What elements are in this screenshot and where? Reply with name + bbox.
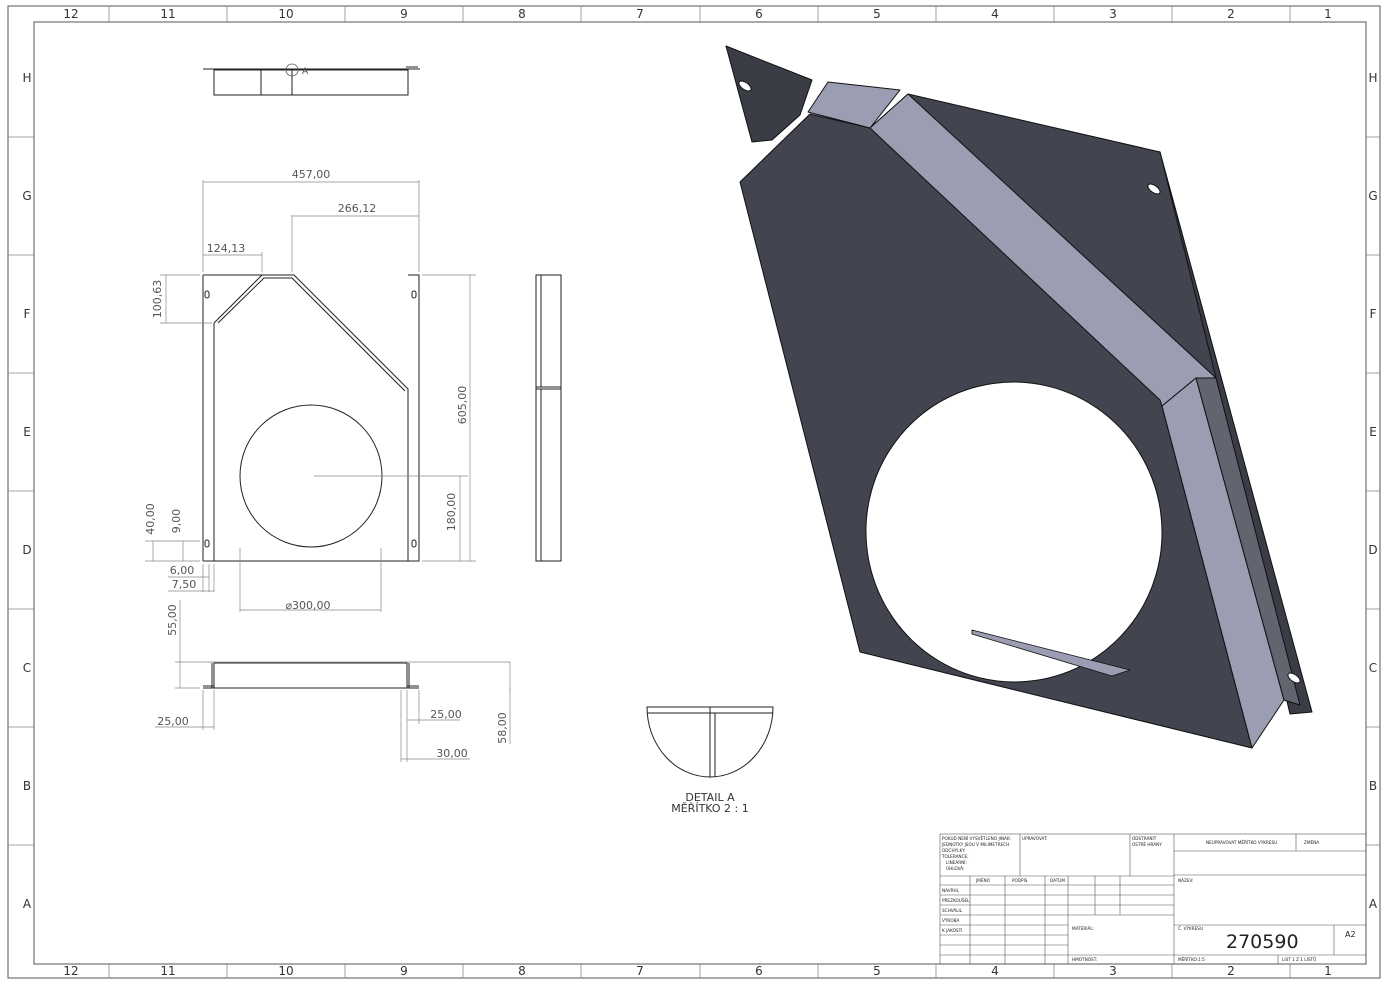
section-marker-label: A <box>302 67 309 77</box>
detail-scale: MĚŘÍTKO 2 : 1 <box>671 802 749 815</box>
zone-col-label: 1 <box>1324 964 1332 978</box>
zone-col-label: 9 <box>400 7 408 21</box>
zone-row-label: F <box>1370 307 1377 321</box>
tb-col-date: DATUM <box>1050 878 1065 883</box>
zone-row-label: C <box>1369 661 1377 675</box>
zone-row-label: E <box>1369 425 1377 439</box>
isometric-view <box>725 45 1313 749</box>
tb-deburr: ODSTRANIT <box>1132 836 1157 841</box>
tb-note: TOLERANCE: <box>941 854 969 859</box>
tb-row-label: K JAKOSTI <box>942 928 962 933</box>
bottom-view <box>203 662 419 689</box>
tb-sheet-size: A2 <box>1345 930 1356 939</box>
zone-col-label: 4 <box>991 964 999 978</box>
zone-col-label: 2 <box>1227 7 1235 21</box>
tb-deburr: OSTRÉ HRANY <box>1132 842 1162 847</box>
tb-scale-label: MĚŘÍTKO:1:5 <box>1178 957 1205 962</box>
dim-slot-height: 40,00 <box>144 503 157 535</box>
tb-note: ODCHYLKY: <box>942 848 966 853</box>
dim-width-right: 266,12 <box>338 202 377 215</box>
zone-row-label: B <box>23 779 31 793</box>
tb-drawing-number: 270590 <box>1226 931 1299 953</box>
dim-edge-b: 7,50 <box>172 578 197 591</box>
tb-weight-label: HMOTNOST: <box>1072 957 1097 962</box>
tb-row-label: PŘEZKOUŠEL <box>942 898 970 903</box>
zone-col-label: 7 <box>636 964 644 978</box>
tb-note: POKUD NENÍ VYSVĚTLENO JINAK: <box>942 836 1011 841</box>
zone-labels-top: 12 11 10 9 8 7 6 5 4 3 2 1 <box>63 7 1331 21</box>
title-block-text: POKUD NENÍ VYSVĚTLENO JINAK: JEDNOTKY JS… <box>941 836 1356 962</box>
dim-edge-a: 6,00 <box>170 564 195 577</box>
zone-col-label: 2 <box>1227 964 1235 978</box>
tb-row-label: VÝROBA <box>942 918 960 923</box>
tb-note: JEDNOTKY JSOU V MILIMETRECH <box>941 842 1009 847</box>
dim-flange-left: 25,00 <box>157 715 189 728</box>
front-view <box>202 274 420 562</box>
zone-col-label: 10 <box>278 7 293 21</box>
zone-col-label: 3 <box>1109 964 1117 978</box>
dim-hole-center-height: 180,00 <box>445 493 458 532</box>
zone-col-label: 7 <box>636 7 644 21</box>
tb-material-label: MATERIÁL: <box>1072 926 1094 931</box>
zone-col-label: 9 <box>400 964 408 978</box>
zone-col-label: 10 <box>278 964 293 978</box>
top-view <box>203 63 420 96</box>
zone-col-label: 12 <box>63 964 78 978</box>
zone-labels-bottom: 12 11 10 9 8 7 6 5 4 3 2 1 <box>63 964 1331 978</box>
zone-col-label: 1 <box>1324 7 1332 21</box>
zone-col-label: 5 <box>873 7 881 21</box>
zone-col-label: 5 <box>873 964 881 978</box>
zone-col-label: 4 <box>991 7 999 21</box>
zone-row-label: H <box>22 71 31 85</box>
zone-row-label: F <box>24 307 31 321</box>
zone-col-label: 8 <box>518 964 526 978</box>
tb-sheet-label: LIST 1 Z 1 LISTŮ <box>1282 957 1316 962</box>
dim-chamfer-height: 100,63 <box>151 280 164 319</box>
zone-row-label: E <box>23 425 31 439</box>
zone-col-label: 12 <box>63 7 78 21</box>
zone-col-label: 8 <box>518 7 526 21</box>
zone-row-label: A <box>23 897 32 911</box>
tb-finish-label: UPRAVOVAT: <box>1022 836 1048 841</box>
detail-a-view <box>646 706 774 778</box>
tb-note: LINEÁRNÍ: <box>946 860 967 865</box>
tb-scale-note: NEUPRAVOVAT MĚŘÍTKO VÝKRESU <box>1206 840 1277 845</box>
dim-bottom-height: 58,00 <box>496 712 509 744</box>
tb-row-label: SCHVÁLIL <box>942 908 963 913</box>
tb-title-label: NÁZEV: <box>1178 878 1193 883</box>
tb-revision: ZMĚNA <box>1304 840 1319 845</box>
zone-row-label: D <box>22 543 31 557</box>
bottom-dimension-lines <box>155 600 511 762</box>
dim-slot-offset: 9,00 <box>170 509 183 534</box>
zone-col-label: 3 <box>1109 7 1117 21</box>
zone-row-label: A <box>1369 897 1378 911</box>
zone-row-label: C <box>23 661 31 675</box>
zone-col-label: 6 <box>755 7 763 21</box>
tb-col-name: JMÉNO <box>975 878 991 883</box>
tb-col-sign: PODPIS <box>1012 878 1028 883</box>
zone-row-label: H <box>1368 71 1377 85</box>
dim-width-left: 124,13 <box>207 242 246 255</box>
dim-width-total: 457,00 <box>292 168 331 181</box>
dim-bottom-flange-height: 55,00 <box>166 604 179 636</box>
side-view <box>535 274 562 562</box>
dim-height-total: 605,00 <box>456 386 469 425</box>
tb-row-label: NAVRHL <box>942 888 960 893</box>
dim-flange-right-a: 25,00 <box>430 708 462 721</box>
zone-row-label: G <box>1368 189 1377 203</box>
dim-hole-diameter: ⌀300,00 <box>285 599 330 612</box>
zone-col-label: 6 <box>755 964 763 978</box>
zone-col-label: 11 <box>160 964 175 978</box>
drawing-sheet: 12 11 10 9 8 7 6 5 4 3 2 1 12 11 10 9 8 … <box>7 5 1381 979</box>
tb-drawing-no-label: Č. VÝKRESU <box>1178 926 1203 931</box>
zone-row-label: G <box>22 189 31 203</box>
title-block <box>939 833 1367 965</box>
zone-col-label: 11 <box>160 7 175 21</box>
tb-note: ÚHLOVÁ: <box>946 866 964 871</box>
zone-row-label: D <box>1368 543 1377 557</box>
dim-flange-right-b: 30,00 <box>436 747 468 760</box>
zone-row-label: B <box>1369 779 1377 793</box>
